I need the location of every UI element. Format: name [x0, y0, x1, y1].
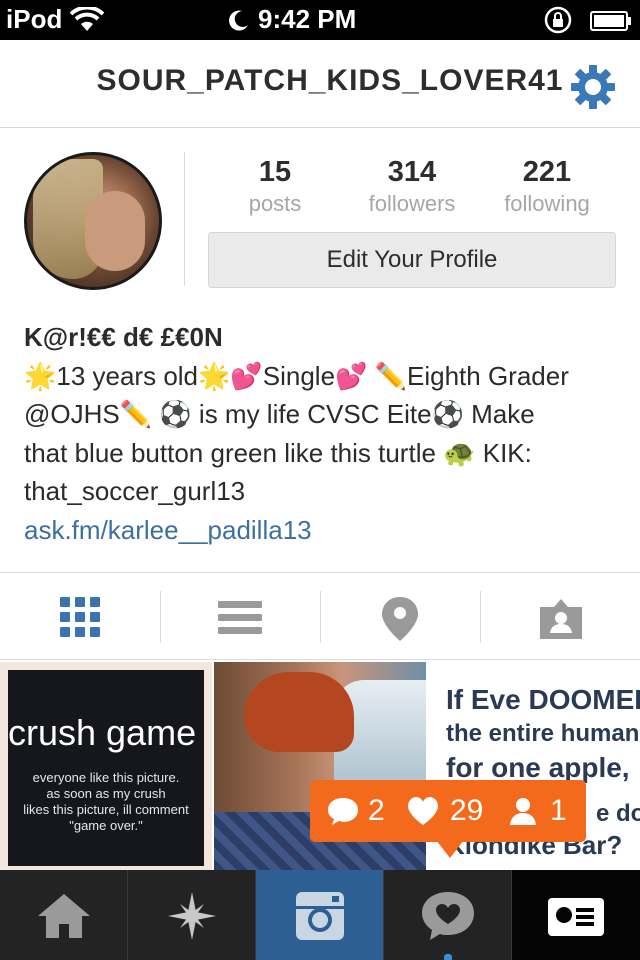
page-title: SOUR_PATCH_KIDS_LOVER41	[96, 64, 564, 97]
tagged-photos-icon	[540, 599, 582, 639]
following-value: 221	[522, 156, 572, 188]
follower-count: 1	[550, 794, 567, 827]
following-count[interactable]: 221 following	[482, 156, 612, 217]
tab-explore[interactable]	[128, 870, 256, 960]
tab-camera[interactable]	[256, 870, 384, 960]
like-count: 29	[450, 794, 484, 827]
edit-profile-button[interactable]: Edit Your Profile	[208, 232, 616, 288]
follower-icon	[510, 798, 536, 825]
heart-icon	[408, 797, 438, 825]
avatar[interactable]	[24, 152, 162, 290]
header-divider	[184, 152, 185, 286]
profile-bio: K@r!€€ d€ £€0N 🌟13 years old🌟💕Single💕 ✏️…	[24, 318, 624, 549]
bottom-tab-bar	[0, 870, 640, 960]
comment-icon	[328, 798, 358, 825]
tab-tagged[interactable]	[480, 573, 640, 661]
clock: 9:42 PM	[258, 4, 357, 34]
bio-line: 🌟13 years old🌟💕Single💕 ✏️Eighth Grader	[24, 360, 569, 391]
rotation-lock-icon	[544, 6, 572, 34]
photo-thumbnail[interactable]: crush game everyone like this picture. a…	[0, 662, 212, 870]
bio-line: @OJHS✏️ ⚽ is my life CVSC Eite⚽ Make	[24, 399, 535, 429]
profile-icon	[548, 898, 604, 936]
posts-count[interactable]: 15 posts	[210, 156, 340, 217]
activity-notification[interactable]: 2 29 1	[310, 780, 586, 858]
bio-line: that_soccer_gurl13	[24, 476, 246, 506]
gear-icon[interactable]	[570, 64, 616, 110]
following-label: following	[504, 191, 590, 216]
battery-icon	[590, 11, 631, 31]
photo-text: everyone like this picture. as soon as m…	[23, 770, 189, 833]
profile-header-bar: SOUR_PATCH_KIDS_LOVER41	[0, 40, 640, 128]
status-bar: iPod 9:42 PM	[0, 0, 640, 40]
tab-profile[interactable]	[512, 870, 640, 960]
location-pin-icon	[382, 597, 418, 641]
wifi-icon	[70, 7, 104, 31]
home-icon	[38, 894, 90, 938]
posts-value: 15	[258, 156, 292, 188]
profile-view-tabs	[0, 572, 640, 660]
followers-value: 314	[387, 156, 437, 188]
moon-icon	[229, 10, 248, 31]
comment-count: 2	[368, 794, 385, 827]
camera-icon	[296, 892, 344, 940]
photo-caption: crush game	[8, 712, 197, 753]
grid-view-icon	[60, 597, 100, 637]
profile-website-link[interactable]: ask.fm/karlee__padilla13	[24, 511, 624, 550]
tab-news[interactable]	[384, 870, 512, 960]
news-icon	[422, 892, 474, 940]
posts-label: posts	[248, 191, 302, 216]
followers-count[interactable]: 314 followers	[347, 156, 477, 217]
tab-home[interactable]	[0, 870, 128, 960]
tab-map[interactable]	[320, 573, 480, 661]
carrier-label: iPod	[6, 4, 63, 34]
followers-label: followers	[368, 191, 456, 216]
tab-grid[interactable]	[0, 573, 160, 661]
list-view-icon	[218, 601, 262, 634]
display-name: K@r!€€ d€ £€0N	[24, 322, 223, 352]
tab-list[interactable]	[160, 573, 320, 661]
explore-icon	[168, 892, 216, 940]
bio-line: that blue button green like this turtle …	[24, 437, 532, 468]
